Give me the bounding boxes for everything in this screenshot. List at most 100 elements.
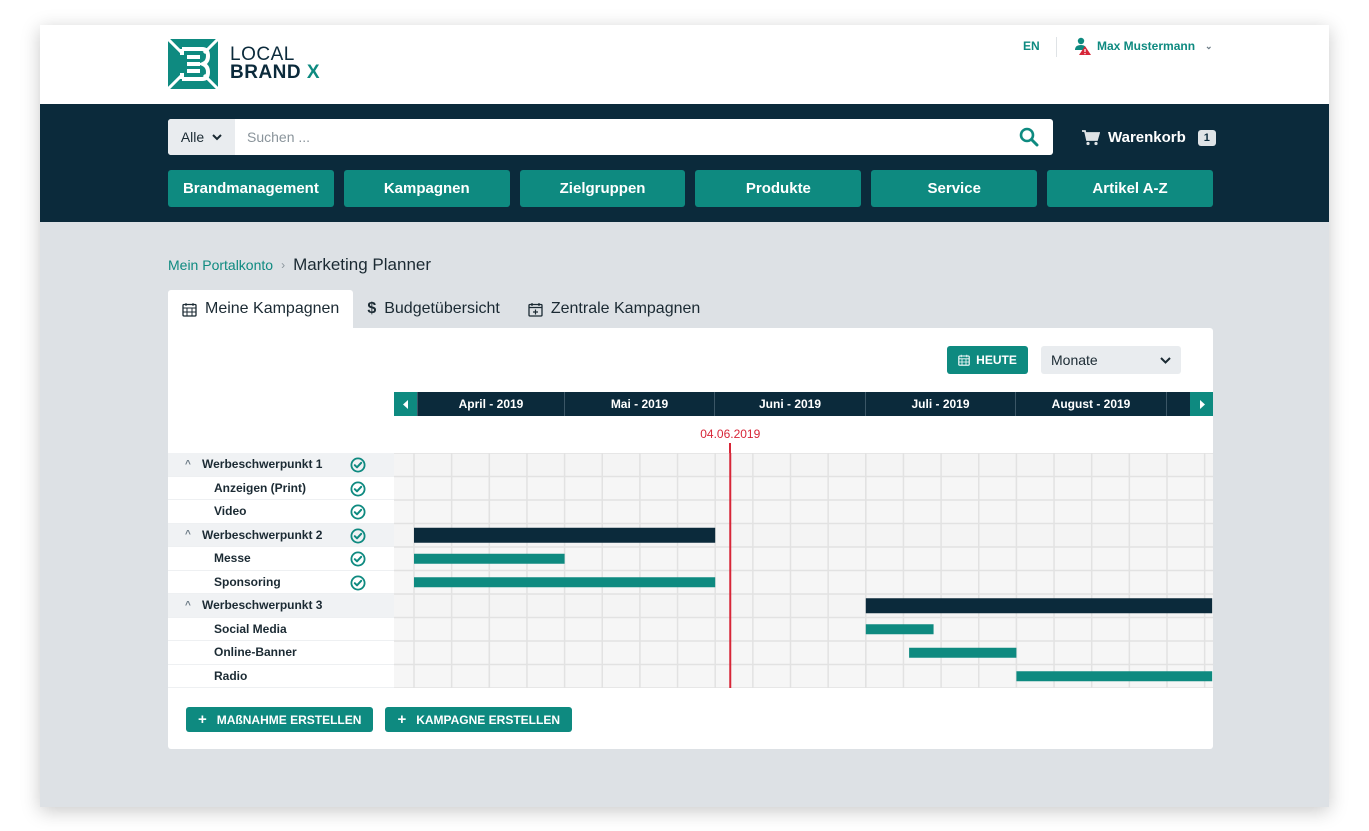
time-scale-select[interactable]: Monate: [1041, 346, 1181, 374]
logo-mark-icon: [168, 39, 218, 89]
language-switch[interactable]: EN: [1023, 39, 1040, 53]
item-row[interactable]: Radio: [168, 665, 394, 688]
row-labels: ^ Werbeschwerpunkt 1 Anzeigen (Print) Video…: [168, 453, 394, 688]
tab-zentrale-kampagnen[interactable]: Zentrale Kampagnen: [514, 290, 714, 328]
month-mai: Mai - 2019: [564, 392, 714, 416]
row-label: Anzeigen (Print): [214, 480, 306, 495]
row-label: Radio: [214, 668, 248, 683]
logo-text: LOCAL BRAND X: [230, 45, 320, 83]
row-label: Werbeschwerpunkt 1: [202, 457, 323, 472]
logo[interactable]: LOCAL BRAND X: [168, 39, 320, 89]
item-row[interactable]: Messe: [168, 547, 394, 571]
row-label: Social Media: [214, 621, 287, 636]
nav-produkte[interactable]: Produkte: [695, 170, 862, 207]
cart-icon: [1082, 129, 1100, 145]
breadcrumb-parent-link[interactable]: Mein Portalkonto: [168, 257, 273, 273]
item-row[interactable]: Video: [168, 500, 394, 524]
row-label: Messe: [214, 551, 251, 566]
calendar-icon: [182, 302, 197, 317]
gantt-grid: [394, 453, 1213, 688]
month-april: April - 2019: [417, 392, 564, 416]
nav-zielgruppen[interactable]: Zielgruppen: [519, 170, 686, 207]
row-label: Online-Banner: [214, 645, 297, 660]
cart-label: Warenkorb: [1108, 129, 1186, 146]
search-button[interactable]: [1005, 119, 1053, 155]
check-circle-icon: [350, 575, 366, 590]
tab-meine-kampagnen[interactable]: Meine Kampagnen: [168, 290, 354, 328]
today-button-label: HEUTE: [976, 353, 1017, 367]
search-scope-select[interactable]: Alle: [168, 119, 235, 155]
group-row[interactable]: ^ Werbeschwerpunkt 3: [168, 594, 394, 618]
chevron-down-icon: ⌄: [1205, 40, 1213, 51]
group-row[interactable]: ^ Werbeschwerpunkt 1: [168, 453, 394, 477]
campaign-bar[interactable]: [865, 598, 1213, 614]
calendar-icon: [958, 354, 970, 366]
search-input[interactable]: [235, 119, 1005, 155]
tab-bar: Meine Kampagnen $ Budgetübersicht Zentra…: [168, 290, 714, 328]
timeline-next-button[interactable]: [1190, 392, 1213, 416]
today-date-label: 04.06.2019: [700, 427, 761, 441]
nav-kampagnen[interactable]: Kampagnen: [343, 170, 510, 207]
create-campaign-button[interactable]: + KAMPAGNE ERSTELLEN: [385, 707, 572, 732]
group-row-band: [394, 453, 1213, 477]
logo-line2: BRAND X: [230, 62, 320, 83]
cart-link[interactable]: Warenkorb 1: [1082, 129, 1216, 146]
create-measure-label: MAßNAHME ERSTELLEN: [216, 712, 362, 727]
nav-service[interactable]: Service: [871, 170, 1038, 207]
row-label: Sponsoring: [214, 574, 281, 589]
tab-label: Zentrale Kampagnen: [550, 300, 701, 317]
logo-brand: BRAND: [230, 62, 302, 83]
action-buttons: + MAßNAHME ERSTELLEN + KAMPAGNE ERSTELLE…: [186, 707, 572, 732]
item-row[interactable]: Anzeigen (Print): [168, 477, 394, 500]
create-campaign-label: KAMPAGNE ERSTELLEN: [416, 712, 560, 727]
nav-artikel-a-z[interactable]: Artikel A-Z: [1047, 170, 1213, 207]
measure-bar[interactable]: [909, 647, 1017, 658]
check-circle-icon: [350, 504, 366, 520]
measure-bar[interactable]: [414, 553, 565, 564]
month-next-partial: [1166, 392, 1190, 416]
chevron-down-icon: [212, 133, 222, 140]
group-row[interactable]: ^ Werbeschwerpunkt 2: [168, 523, 394, 547]
campaign-bar[interactable]: [414, 527, 716, 543]
search-scope-value: Alle: [180, 129, 205, 145]
caret-left-icon: [402, 399, 408, 409]
measure-bar[interactable]: [865, 624, 934, 635]
divider: [1056, 37, 1057, 57]
collapse-caret-icon[interactable]: ^: [185, 529, 191, 540]
time-scale-value: Monate: [1051, 352, 1098, 368]
nav-bar: Alle Warenkorb 1 Brandmanagement Kampagn…: [40, 104, 1329, 222]
planner-panel: HEUTE Monate April - 2019 Mai - 2019 Jun…: [168, 328, 1213, 749]
main-navigation: Brandmanagement Kampagnen Zielgruppen Pr…: [168, 170, 1213, 207]
nav-brandmanagement[interactable]: Brandmanagement: [168, 170, 334, 207]
plus-icon: +: [198, 711, 207, 728]
user-name: Max Mustermann: [1097, 39, 1196, 53]
measure-bar[interactable]: [1016, 671, 1213, 682]
tab-label: Budgetübersicht: [384, 300, 500, 317]
item-row[interactable]: Social Media: [168, 618, 394, 641]
collapse-caret-icon[interactable]: ^: [185, 459, 191, 470]
page-title: Marketing Planner: [293, 255, 432, 274]
plus-icon: +: [397, 711, 407, 728]
timeline-prev-button[interactable]: [394, 392, 417, 416]
chevron-down-icon: [1160, 356, 1171, 364]
search-icon: [1019, 127, 1039, 147]
collapse-caret-icon[interactable]: ^: [185, 600, 191, 611]
create-measure-button[interactable]: + MAßNAHME ERSTELLEN: [186, 707, 374, 732]
today-line-top: [729, 443, 732, 453]
measure-bar[interactable]: [414, 577, 716, 588]
month-juni: Juni - 2019: [714, 392, 865, 416]
month-juli: Juli - 2019: [865, 392, 1015, 416]
tab-budgetuebersicht[interactable]: $ Budgetübersicht: [353, 290, 514, 328]
dollar-icon: $: [367, 300, 377, 317]
today-button[interactable]: HEUTE: [947, 346, 1028, 374]
item-row[interactable]: Online-Banner: [168, 641, 394, 665]
user-warning-icon: [1075, 37, 1091, 55]
user-menu[interactable]: Max Mustermann ⌄: [1074, 37, 1213, 55]
row-label: Werbeschwerpunkt 3: [202, 598, 323, 613]
month-august: August - 2019: [1015, 392, 1166, 416]
item-row[interactable]: Sponsoring: [168, 571, 394, 594]
browser-frame: LOCAL BRAND X EN Max Mustermann ⌄ Alle S…: [40, 25, 1329, 807]
timeline-month-header: April - 2019 Mai - 2019 Juni - 2019 Juli…: [394, 392, 1213, 416]
row-label: Werbeschwerpunkt 2: [202, 527, 323, 542]
breadcrumb: Mein Portalkonto › Marketing Planner: [168, 255, 431, 275]
